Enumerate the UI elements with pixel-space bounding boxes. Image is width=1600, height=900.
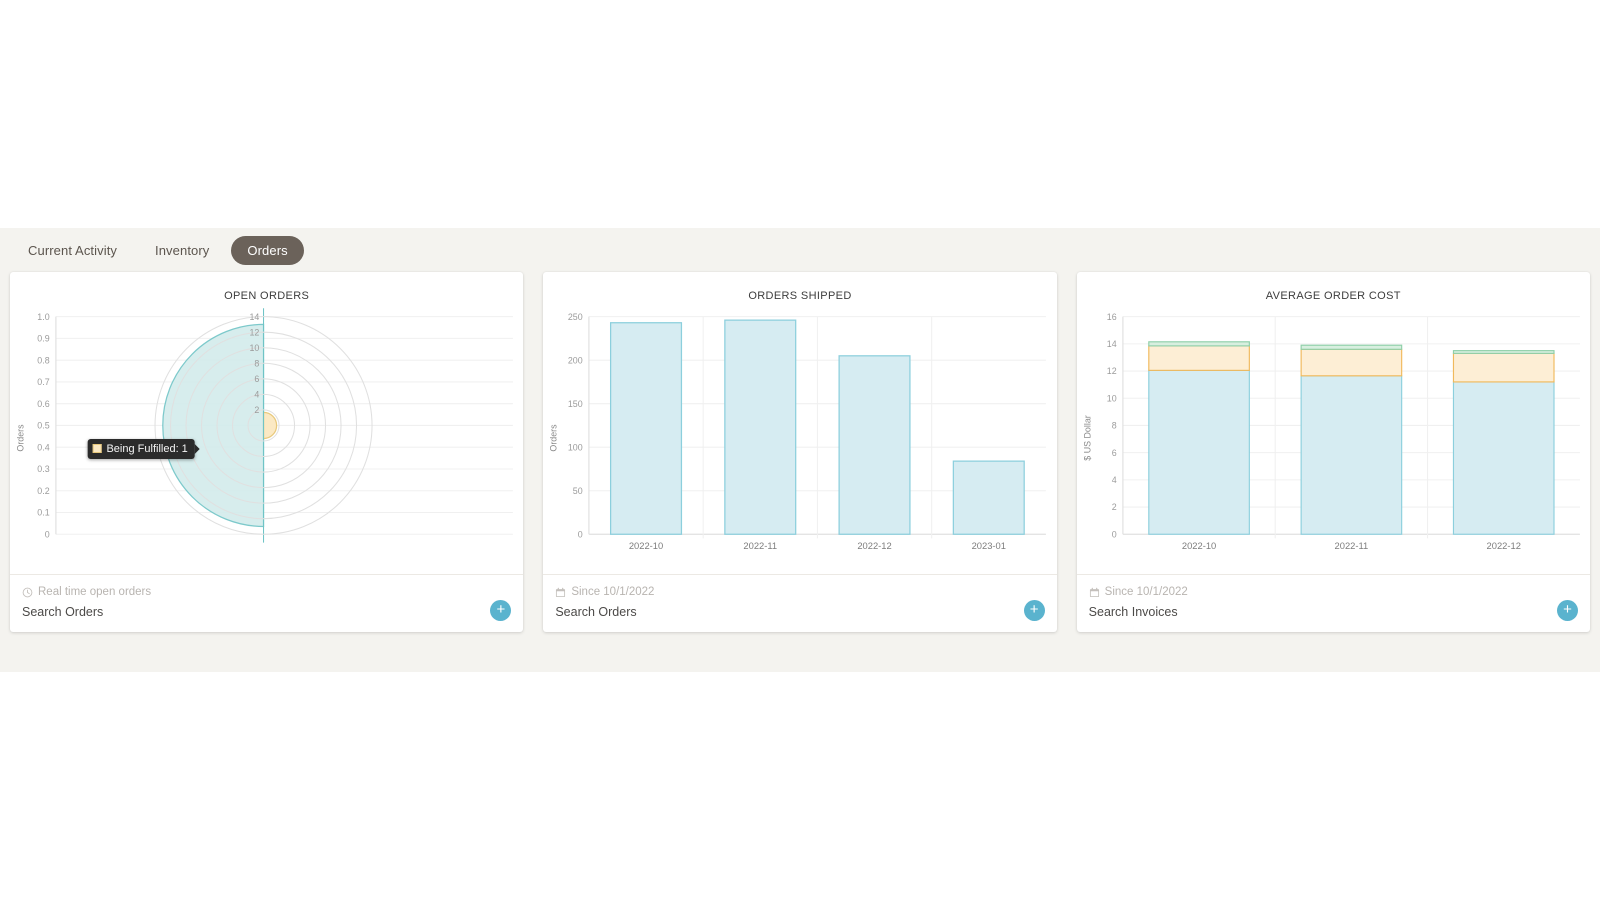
chart-title-orders-shipped: ORDERS SHIPPED [543,290,1056,302]
svg-text:0: 0 [578,529,583,539]
card-meta-text-orders-shipped: Since 10/1/2022 [571,584,654,600]
search-orders-link-1[interactable]: Search Orders [22,605,103,619]
svg-text:2: 2 [1111,502,1116,512]
search-orders-link-2[interactable]: Search Orders [555,605,636,619]
svg-text:2022-10: 2022-10 [629,540,663,551]
svg-text:0.8: 0.8 [37,355,49,365]
calendar-icon [1089,587,1100,598]
svg-text:6: 6 [254,374,259,384]
svg-text:4: 4 [254,389,259,399]
svg-text:250: 250 [568,312,583,322]
svg-text:0.5: 0.5 [37,421,49,431]
dashboard-cards: OPEN ORDERS 0 0.1 0.2 0.3 0.4 0.5 0.6 0.7 0.8 0.9… [0,272,1600,632]
svg-text:200: 200 [568,355,583,365]
chart-orders-shipped[interactable]: 0 50 100 150 200 250 2022-10 2022-11 2022-12 202… [543,302,1056,574]
tooltip-color-swatch [92,444,101,453]
svg-text:150: 150 [568,399,583,409]
svg-text:6: 6 [1111,448,1116,458]
card-open-orders: OPEN ORDERS 0 0.1 0.2 0.3 0.4 0.5 0.6 0.7 0.8 0.9… [10,272,523,632]
dashboard-band: Current Activity Inventory Orders OPEN O… [0,228,1600,672]
chart-title-open-orders: OPEN ORDERS [10,290,523,302]
search-invoices-link[interactable]: Search Invoices [1089,605,1178,619]
add-button-open-orders[interactable]: + [490,600,511,621]
card-meta-text-average-order-cost: Since 10/1/2022 [1105,584,1188,600]
svg-text:2023-01: 2023-01 [972,540,1006,551]
svg-text:0.3: 0.3 [37,464,49,474]
svg-text:2022-11: 2022-11 [1334,540,1368,551]
svg-text:50: 50 [573,486,583,496]
card-footer-average-order-cost: Since 10/1/2022 Search Invoices + [1077,574,1590,632]
svg-text:0.6: 0.6 [37,399,49,409]
card-meta-open-orders: Real time open orders [22,584,511,600]
tab-bar: Current Activity Inventory Orders [0,228,1600,272]
svg-text:8: 8 [254,358,259,368]
svg-text:0: 0 [45,529,50,539]
svg-text:8: 8 [1111,421,1116,431]
svg-text:2: 2 [254,405,259,415]
svg-text:10: 10 [249,343,259,353]
card-meta-orders-shipped: Since 10/1/2022 [555,584,1044,600]
svg-text:0.1: 0.1 [37,508,49,518]
svg-text:100: 100 [568,442,583,452]
tooltip-arrow-icon [195,444,200,454]
tooltip-label: Being Fulfilled: 1 [106,443,187,455]
add-button-orders-shipped[interactable]: + [1024,600,1045,621]
svg-text:2022-10: 2022-10 [1182,540,1216,551]
svg-text:0.2: 0.2 [37,486,49,496]
svg-text:0.9: 0.9 [37,334,49,344]
y-axis-label-average-order-cost: $ US Dollar [1082,415,1092,460]
card-meta-text-open-orders: Real time open orders [38,584,151,600]
chart-open-orders[interactable]: 0 0.1 0.2 0.3 0.4 0.5 0.6 0.7 0.8 0.9 1.0 Orders 2… [10,302,523,574]
svg-text:14: 14 [1106,339,1116,349]
chart-average-order-cost[interactable]: 0 2 4 6 8 10 12 14 16 2022-10 2022-11 2022-12 $ US… [1077,302,1590,574]
y-axis-label-open-orders: Orders [16,424,26,452]
svg-text:12: 12 [1106,366,1116,376]
svg-text:2022-12: 2022-12 [858,540,892,551]
svg-text:4: 4 [1111,475,1116,485]
chart-tooltip: Being Fulfilled: 1 [87,439,194,459]
svg-text:14: 14 [249,312,259,322]
svg-text:0: 0 [1111,529,1116,539]
svg-text:2022-11: 2022-11 [744,540,778,551]
card-average-order-cost: AVERAGE ORDER COST 0 2 4 6 8 10 12 14 16 2022-10… [1077,272,1590,632]
add-button-average-order-cost[interactable]: + [1557,600,1578,621]
card-orders-shipped: ORDERS SHIPPED 0 50 100 150 200 250 2022-10 20… [543,272,1056,632]
svg-text:12: 12 [249,327,259,337]
page-bottom-blank [0,672,1600,900]
tab-orders[interactable]: Orders [231,236,303,265]
svg-text:1.0: 1.0 [37,312,49,322]
calendar-icon [555,587,566,598]
chart-title-average-order-cost: AVERAGE ORDER COST [1077,290,1590,302]
tab-current-activity[interactable]: Current Activity [12,236,133,265]
svg-text:10: 10 [1106,393,1116,403]
svg-text:2022-12: 2022-12 [1486,540,1520,551]
card-meta-average-order-cost: Since 10/1/2022 [1089,584,1578,600]
svg-text:0.4: 0.4 [37,442,49,452]
svg-text:0.7: 0.7 [37,377,49,387]
card-footer-orders-shipped: Since 10/1/2022 Search Orders + [543,574,1056,632]
y-axis-label-orders-shipped: Orders [549,424,559,452]
card-footer-open-orders: Real time open orders Search Orders + [10,574,523,632]
page-top-blank [0,0,1600,228]
clock-icon [22,587,33,598]
tab-inventory[interactable]: Inventory [139,236,225,265]
svg-text:16: 16 [1106,312,1116,322]
